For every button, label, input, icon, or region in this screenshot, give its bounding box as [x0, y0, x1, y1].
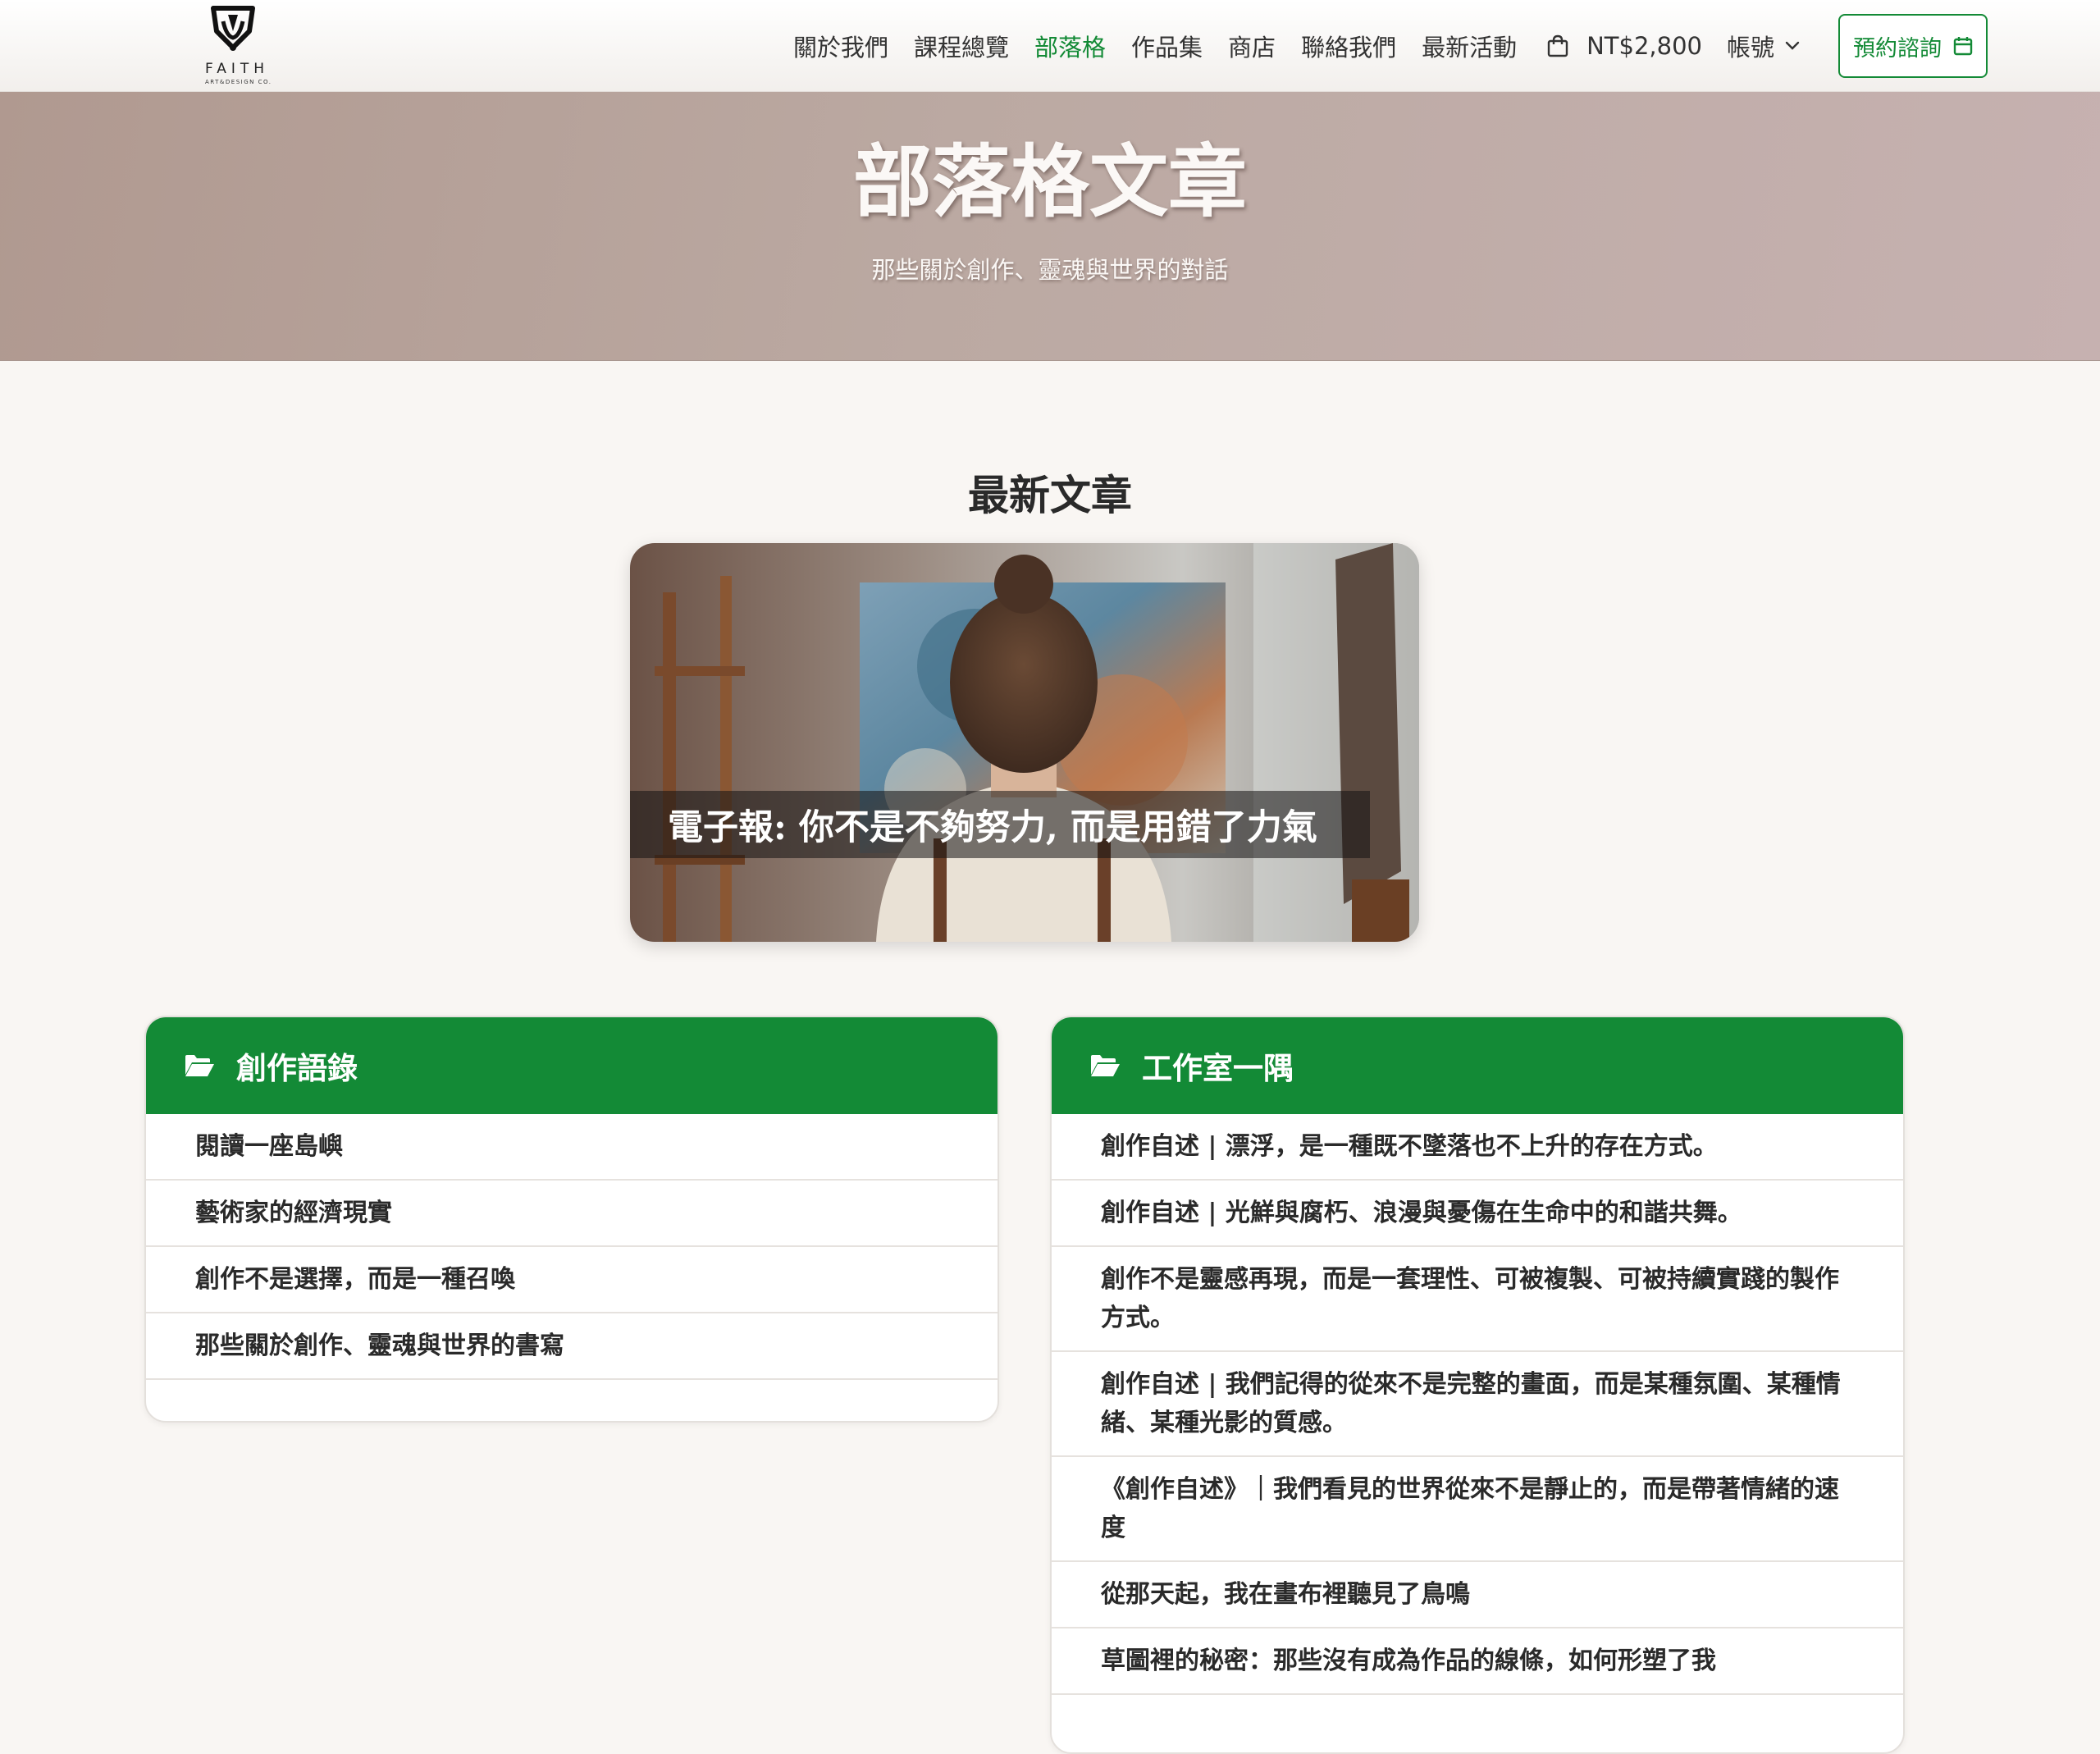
shield-logo-icon	[211, 6, 255, 51]
top-navbar: FAITH ART&DESIGN CO. 關於我們 課程總覽 部落格 作品集 商…	[0, 0, 2100, 92]
category-card-creative-quotes: 創作語錄 閱讀一座島嶼 藝術家的經濟現實 創作不是選擇，而是一種召喚 那些關於創…	[144, 1016, 999, 1423]
page-subtitle: 那些關於創作、靈魂與世界的對話	[871, 256, 1229, 284]
category-title: 創作語錄	[236, 1050, 358, 1086]
featured-post-card[interactable]: 電子報: 你不是不夠努力, 而是用錯了力氣	[630, 543, 1419, 942]
post-link[interactable]: 創作自述 | 光鮮與腐朽、浪漫與憂傷在生命中的和諧共舞。	[1052, 1181, 1903, 1247]
category-header[interactable]: 工作室一隅	[1052, 1017, 1903, 1114]
category-header[interactable]: 創作語錄	[146, 1017, 998, 1114]
main-nav: 關於我們 課程總覽 部落格 作品集 商店 聯絡我們 最新活動 NT$2,800 …	[793, 0, 1988, 92]
latest-posts-heading: 最新文章	[968, 471, 1132, 519]
account-label: 帳號	[1726, 34, 1774, 62]
chevron-down-icon	[1785, 41, 1800, 50]
post-link[interactable]: 從那天起，我在畫布裡聽見了鳥鳴	[1052, 1562, 1903, 1628]
nav-events[interactable]: 最新活動	[1422, 29, 1517, 63]
post-link[interactable]: 創作自述 | 漂浮，是一種既不墜落也不上升的存在方式。	[1052, 1114, 1903, 1181]
account-dropdown[interactable]: 帳號	[1727, 29, 1801, 63]
calendar-icon	[1953, 37, 1973, 56]
post-link[interactable]: 創作自述 | 我們記得的從來不是完整的畫面，而是某種氛圍、某種情緒、某種光影的質…	[1052, 1352, 1903, 1457]
nav-blog[interactable]: 部落格	[1034, 29, 1106, 63]
post-list: 閱讀一座島嶼 藝術家的經濟現實 創作不是選擇，而是一種召喚 那些關於創作、靈魂與…	[146, 1114, 998, 1380]
nav-contact[interactable]: 聯絡我們	[1301, 29, 1396, 63]
page-title: 部落格文章	[853, 135, 1247, 228]
post-link[interactable]: 閱讀一座島嶼	[146, 1114, 998, 1181]
logo-subtitle: ART&DESIGN CO.	[205, 79, 272, 85]
featured-post-image	[630, 543, 1419, 942]
shopping-bag-icon	[1547, 34, 1568, 57]
category-title: 工作室一隅	[1142, 1050, 1294, 1086]
post-link[interactable]: 那些關於創作、靈魂與世界的書寫	[146, 1313, 998, 1380]
category-card-studio-corner: 工作室一隅 創作自述 | 漂浮，是一種既不墜落也不上升的存在方式。 創作自述 |…	[1050, 1016, 1905, 1754]
featured-post-title: 電子報: 你不是不夠努力, 而是用錯了力氣	[630, 791, 1370, 858]
nav-portfolio[interactable]: 作品集	[1131, 29, 1203, 63]
hero-banner: 部落格文章 那些關於創作、靈魂與世界的對話	[0, 92, 2100, 361]
book-consultation-button[interactable]: 預約諮詢	[1838, 14, 1988, 78]
faith-logo[interactable]: FAITH ART&DESIGN CO.	[203, 3, 285, 89]
post-link[interactable]: 草圖裡的秘密：那些沒有成為作品的線條，如何形塑了我	[1052, 1628, 1903, 1695]
folder-open-icon	[1091, 1055, 1120, 1076]
cart-button[interactable]: NT$2,800	[1547, 32, 1702, 60]
post-list: 創作自述 | 漂浮，是一種既不墜落也不上升的存在方式。 創作自述 | 光鮮與腐朽…	[1052, 1114, 1903, 1695]
post-link[interactable]: 《創作自述》｜我們看見的世界從來不是靜止的，而是帶著情緒的速度	[1052, 1457, 1903, 1562]
post-link[interactable]: 藝術家的經濟現實	[146, 1181, 998, 1247]
logo-wordmark: FAITH	[205, 61, 270, 77]
post-link[interactable]: 創作不是靈感再現，而是一套理性、可被複製、可被持續實踐的製作方式。	[1052, 1247, 1903, 1352]
cart-amount: NT$2,800	[1586, 32, 1702, 60]
post-link[interactable]: 創作不是選擇，而是一種召喚	[146, 1247, 998, 1313]
cta-label: 預約諮詢	[1853, 35, 1942, 62]
nav-about[interactable]: 關於我們	[793, 29, 888, 63]
folder-open-icon	[185, 1055, 214, 1076]
nav-shop[interactable]: 商店	[1228, 29, 1276, 63]
nav-courses[interactable]: 課程總覽	[914, 29, 1009, 63]
